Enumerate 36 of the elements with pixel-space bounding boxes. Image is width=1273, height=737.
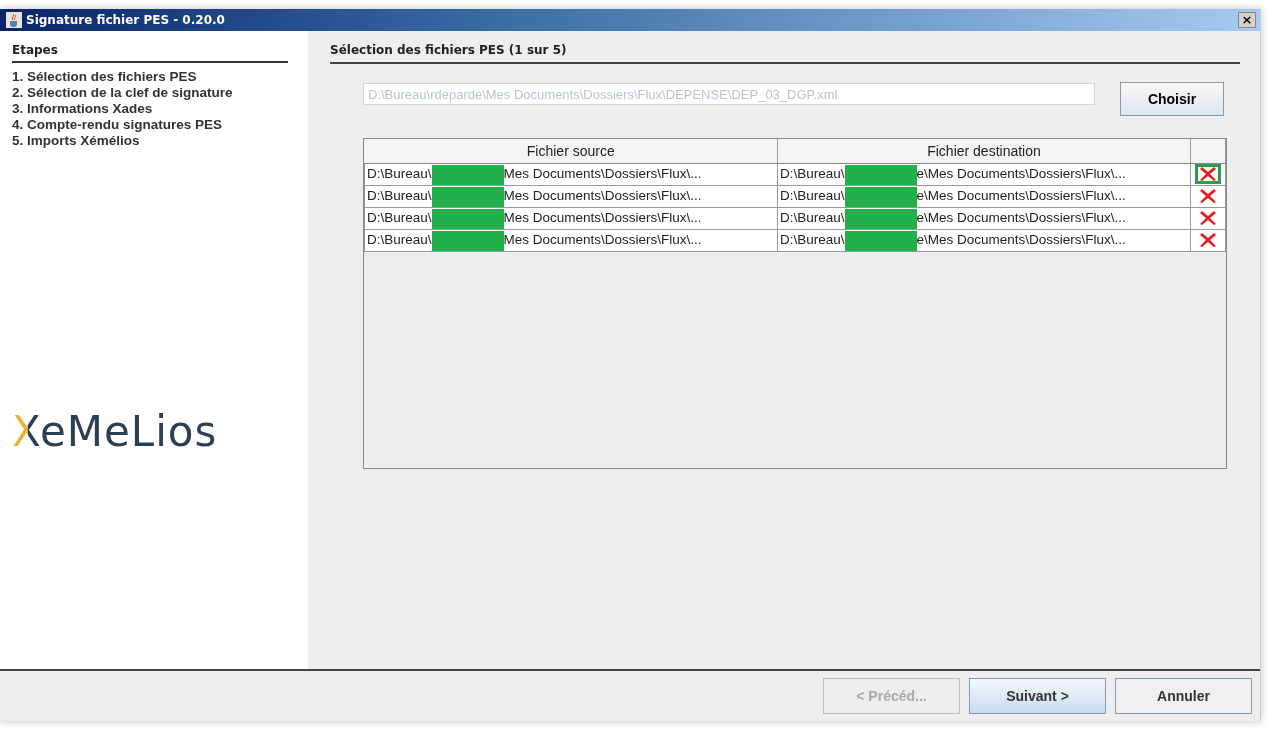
cross-icon bbox=[1199, 188, 1217, 204]
step-item: 1. Sélection des fichiers PES bbox=[12, 69, 198, 85]
step-item: 5. Imports Xémélios bbox=[12, 133, 141, 149]
cell-text: D:\Bureau\ bbox=[367, 166, 432, 182]
java-cup-icon bbox=[6, 12, 22, 28]
cell-text: Mes Documents\Dossiers\Flux\... bbox=[503, 188, 702, 204]
cross-icon bbox=[1199, 210, 1217, 226]
delete-button[interactable] bbox=[1195, 164, 1221, 184]
window-title: Signature fichier PES - 0.20.0 bbox=[26, 13, 226, 27]
steps-heading: Etapes bbox=[12, 43, 288, 63]
cell-text: Mes Documents\Dossiers\Flux\... bbox=[503, 232, 702, 248]
wizard-button[interactable]: Annuler bbox=[1115, 678, 1252, 714]
cell-text: D:\Bureau\ bbox=[780, 188, 845, 204]
step-item: 2. Sélection de la clef de signature bbox=[12, 85, 234, 101]
cell-text: e\Mes Documents\Dossiers\Flux\... bbox=[916, 188, 1126, 204]
cell-text: D:\Bureau\ bbox=[780, 210, 845, 226]
cross-icon bbox=[1199, 232, 1217, 248]
step-item: 3. Informations Xades bbox=[12, 101, 154, 117]
cell-text: e\Mes Documents\Dossiers\Flux\... bbox=[916, 232, 1126, 248]
cell-text: Mes Documents\Dossiers\Flux\... bbox=[503, 166, 702, 182]
choose-button[interactable]: Choisir bbox=[1120, 82, 1224, 116]
cross-icon bbox=[1199, 166, 1217, 182]
page-heading: Sélection des fichiers PES (1 sur 5) bbox=[330, 43, 1240, 64]
cell-text: e\Mes Documents\Dossiers\Flux\... bbox=[916, 210, 1126, 226]
wizard-button[interactable]: Suivant > bbox=[969, 678, 1106, 714]
cell-text: D:\Bureau\ bbox=[367, 188, 432, 204]
cell-text: D:\Bureau\ bbox=[780, 166, 845, 182]
close-button[interactable]: × bbox=[1238, 12, 1256, 28]
cell-text: e\Mes Documents\Dossiers\Flux\... bbox=[916, 166, 1126, 182]
cell-text: D:\Bureau\ bbox=[780, 232, 845, 248]
cell-text: D:\Bureau\ bbox=[367, 210, 432, 226]
cell-text: Mes Documents\Dossiers\Flux\... bbox=[503, 210, 702, 226]
column-header: Fichier destination bbox=[777, 139, 1191, 164]
cell-text: D:\Bureau\ bbox=[367, 232, 432, 248]
step-item: 4. Compte-rendu signatures PES bbox=[12, 117, 224, 133]
column-header: Fichier source bbox=[364, 139, 778, 164]
